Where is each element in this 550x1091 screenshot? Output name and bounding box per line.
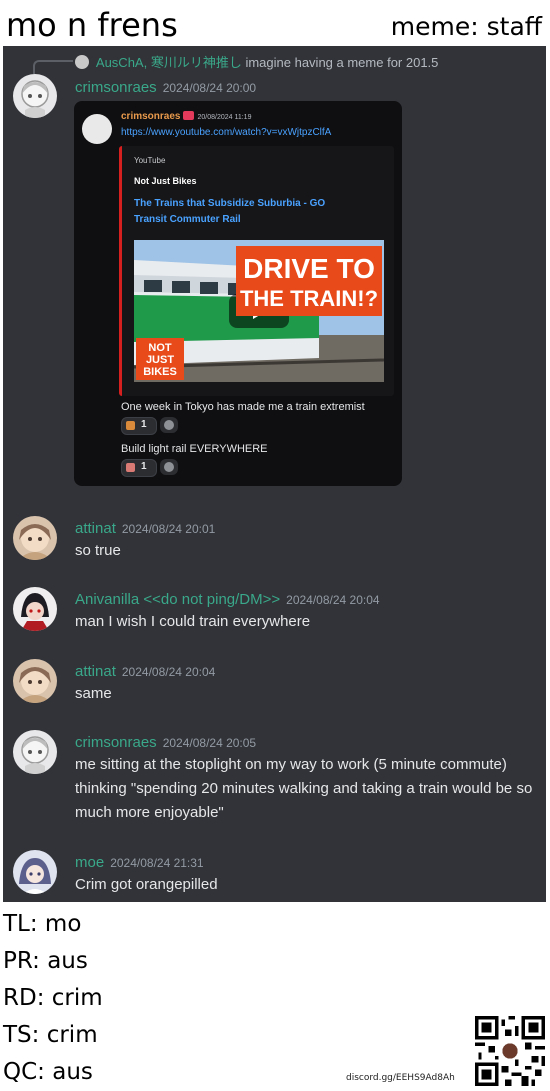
embed-avatar bbox=[82, 114, 112, 144]
avatar[interactable] bbox=[13, 730, 57, 774]
reply-text: imagine having a meme for 201.5 bbox=[245, 55, 439, 70]
embed-provider: YouTube bbox=[134, 156, 166, 165]
reaction-button[interactable]: 1 bbox=[121, 417, 157, 435]
username[interactable]: attinat bbox=[75, 520, 116, 537]
timestamp: 2024/08/24 20:04 bbox=[121, 665, 216, 679]
avatar[interactable] bbox=[13, 850, 57, 894]
thumb-logo-2: JUST bbox=[146, 354, 174, 366]
username[interactable]: crimsonraes bbox=[75, 734, 157, 751]
qr-code-icon[interactable] bbox=[474, 1016, 546, 1086]
message-text: same bbox=[75, 685, 112, 702]
username[interactable]: crimsonraes bbox=[75, 79, 157, 96]
reaction-emoji-icon bbox=[126, 421, 135, 430]
avatar[interactable] bbox=[13, 516, 57, 560]
thumb-headline-2: THE TRAIN!? bbox=[240, 286, 378, 311]
timestamp: 2024/08/24 20:04 bbox=[286, 593, 380, 607]
credit-line: RD: crim bbox=[3, 985, 103, 1011]
message-text: so true bbox=[75, 542, 121, 559]
thumb-logo-3: BIKES bbox=[143, 366, 177, 378]
credit-line: PR: aus bbox=[3, 948, 88, 974]
thumb-logo-1: NOT bbox=[148, 342, 172, 354]
video-thumbnail[interactable]: DRIVE TO THE TRAIN!? NOT JUST BIKES bbox=[134, 240, 384, 382]
embed-username: crimsonraes bbox=[121, 111, 181, 122]
avatar[interactable] bbox=[13, 74, 57, 118]
youtube-link-preview[interactable]: YouTube Not Just Bikes The Trains that S… bbox=[119, 146, 394, 396]
reply-avatar bbox=[75, 55, 89, 69]
message-header: crimsonraes 2024/08/24 20:00 bbox=[75, 79, 256, 96]
reply-username[interactable]: AusChA, 寒川ルリ神推し bbox=[96, 55, 242, 70]
embed-author[interactable]: Not Just Bikes bbox=[134, 176, 197, 186]
meme-title: mo n frens bbox=[6, 6, 178, 44]
avatar[interactable] bbox=[13, 659, 57, 703]
username[interactable]: moe bbox=[75, 854, 104, 871]
message-header: attinat 2024/08/24 20:01 bbox=[75, 520, 215, 537]
reaction-button[interactable]: 1 bbox=[121, 459, 157, 477]
message-header: moe 2024/08/24 21:31 bbox=[75, 854, 204, 871]
embedded-screenshot: crimsonraes 20/08/2024 11:19 https://www.… bbox=[74, 101, 402, 486]
meme-category-label: meme: staff bbox=[390, 12, 542, 41]
timestamp: 2024/08/24 21:31 bbox=[110, 856, 204, 870]
embed-header: crimsonraes 20/08/2024 11:19 bbox=[121, 111, 251, 122]
avatar[interactable] bbox=[13, 587, 57, 631]
embed-message-1: One week in Tokyo has made me a train ex… bbox=[121, 401, 365, 413]
add-reaction-icon bbox=[164, 462, 174, 472]
message-text: man I wish I could train everywhere bbox=[75, 613, 311, 630]
credits-list: TL: mo PR: aus RD: crim TS: crim QC: aus bbox=[3, 906, 103, 1091]
chat-screenshot: AusChA, 寒川ルリ神推し imagine having a meme fo… bbox=[3, 46, 546, 902]
add-reaction-button[interactable] bbox=[160, 459, 178, 475]
credit-line: TL: mo bbox=[3, 911, 82, 937]
username[interactable]: attinat bbox=[75, 663, 116, 680]
timestamp: 2024/08/24 20:00 bbox=[162, 81, 257, 95]
reply-preview[interactable]: AusChA, 寒川ルリ神推し imagine having a meme fo… bbox=[75, 52, 438, 71]
message-header: attinat 2024/08/24 20:04 bbox=[75, 663, 215, 680]
reply-connector bbox=[33, 60, 73, 74]
timestamp: 2024/08/24 20:01 bbox=[121, 522, 216, 536]
credit-line: QC: aus bbox=[3, 1059, 93, 1085]
reaction-count: 1 bbox=[141, 419, 147, 430]
embed-video-title[interactable]: The Trains that Subsidize Suburbia - GO … bbox=[134, 196, 354, 228]
discord-invite-text: discord.gg/EEHS9Ad8Ah bbox=[346, 1073, 455, 1083]
embed-timestamp: 20/08/2024 11:19 bbox=[197, 114, 252, 121]
message-text: Crim got orangepilled bbox=[75, 876, 218, 893]
embed-message-2: Build light rail EVERYWHERE bbox=[121, 443, 268, 455]
message-header: crimsonraes 2024/08/24 20:05 bbox=[75, 734, 256, 751]
timestamp: 2024/08/24 20:05 bbox=[162, 736, 257, 750]
username[interactable]: Anivanilla <<do not ping/DM>> bbox=[75, 591, 280, 608]
add-reaction-button[interactable] bbox=[160, 417, 178, 433]
message-header: Anivanilla <<do not ping/DM>> 2024/08/24 … bbox=[75, 591, 380, 608]
badge-icon bbox=[183, 111, 195, 120]
credit-line: TS: crim bbox=[3, 1022, 98, 1048]
thumb-headline-1: DRIVE TO bbox=[243, 253, 375, 284]
embed-link[interactable]: https://www.youtube.com/watch?v=vxWjtpzC… bbox=[121, 127, 331, 138]
reaction-emoji-icon bbox=[126, 463, 135, 472]
message-text: me sitting at the stoplight on my way to… bbox=[75, 756, 533, 821]
reaction-count: 1 bbox=[141, 461, 147, 472]
add-reaction-icon bbox=[164, 420, 174, 430]
